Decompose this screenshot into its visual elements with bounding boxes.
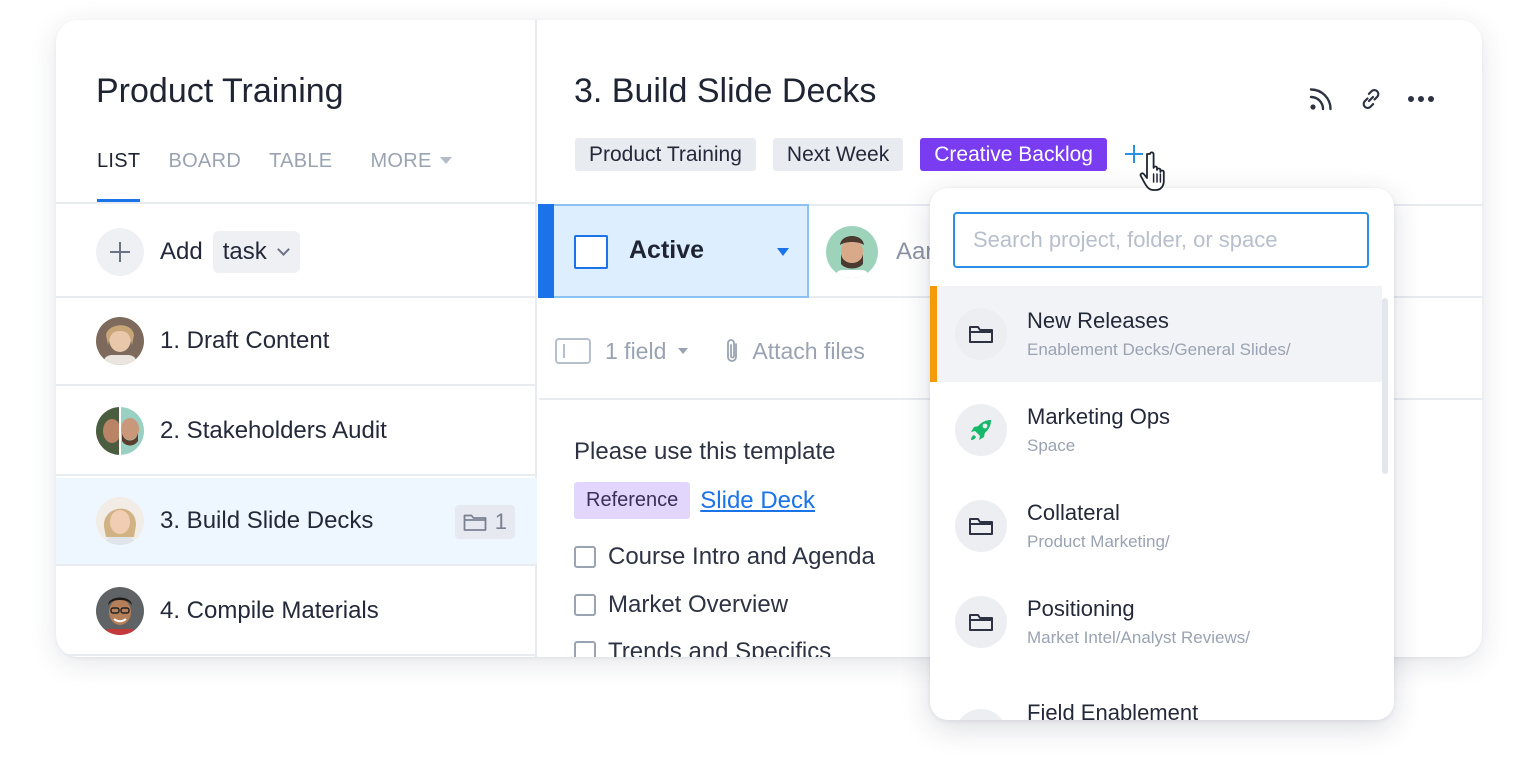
field-icon bbox=[555, 338, 591, 364]
checkbox[interactable] bbox=[574, 546, 596, 568]
caret-down-icon bbox=[777, 248, 789, 256]
option-name: New Releases bbox=[1027, 308, 1169, 333]
folder-picker-dropdown: New Releases Enablement Decks/General Sl… bbox=[930, 188, 1394, 720]
task-row[interactable]: 3. Build Slide Decks 1 bbox=[56, 478, 537, 566]
avatar bbox=[96, 407, 144, 455]
task-name: 3. Build Slide Decks bbox=[160, 507, 374, 534]
scrollbar[interactable] bbox=[1382, 298, 1388, 474]
avatar bbox=[826, 226, 878, 278]
option-name: Field Enablement bbox=[1027, 700, 1199, 720]
paperclip-icon bbox=[727, 339, 738, 362]
header-actions bbox=[1286, 84, 1436, 114]
task-row[interactable]: 1. Draft Content bbox=[56, 298, 537, 386]
checklist-label: Market Overview bbox=[608, 591, 789, 618]
option-path: Product Marketing/ bbox=[1027, 532, 1170, 551]
description-text: Please use this template bbox=[574, 438, 836, 465]
more-icon[interactable] bbox=[1406, 84, 1436, 114]
tag-chip[interactable]: Next Week bbox=[772, 138, 904, 171]
task-name: 2. Stakeholders Audit bbox=[160, 417, 387, 444]
fields-button[interactable]: 1 field bbox=[605, 338, 666, 365]
folder-icon bbox=[955, 596, 1007, 648]
task-name: 1. Draft Content bbox=[160, 327, 330, 354]
checklist-item[interactable]: Course Intro and Agenda bbox=[574, 543, 875, 571]
add-task-row: Add task bbox=[96, 228, 300, 276]
search-input[interactable] bbox=[953, 212, 1369, 268]
reference-row: Reference Slide Deck bbox=[574, 482, 815, 519]
checkbox[interactable] bbox=[574, 594, 596, 616]
folder-option[interactable]: Positioning Market Intel/Analyst Reviews… bbox=[930, 574, 1382, 670]
checklist-item[interactable]: Market Overview bbox=[574, 591, 788, 619]
tab-list[interactable]: LIST bbox=[97, 148, 141, 202]
tab-more-label: MORE bbox=[370, 150, 432, 172]
status-label: Active bbox=[629, 236, 705, 264]
rocket-icon bbox=[955, 404, 1007, 456]
caret-down-icon bbox=[439, 157, 452, 164]
hand-cursor-icon bbox=[1138, 150, 1178, 199]
avatar bbox=[96, 317, 144, 365]
checklist-label: Trends and Specifics bbox=[608, 638, 832, 657]
folder-icon bbox=[955, 308, 1007, 360]
caret-down-icon bbox=[678, 348, 689, 354]
avatar bbox=[96, 587, 144, 635]
status-select[interactable]: Active bbox=[538, 204, 809, 298]
space-option[interactable]: Marketing Ops Space bbox=[930, 382, 1382, 478]
project-title: Product Training bbox=[96, 72, 344, 110]
fields-bar: 1 field Attach files bbox=[555, 337, 865, 365]
complete-checkbox[interactable] bbox=[574, 235, 608, 269]
option-name: Collateral bbox=[1027, 500, 1120, 525]
tab-table[interactable]: TABLE bbox=[269, 148, 332, 202]
add-label: Add bbox=[160, 238, 203, 265]
checkbox[interactable] bbox=[574, 641, 596, 657]
folder-count-badge[interactable]: 1 bbox=[454, 505, 515, 539]
folder-icon bbox=[463, 514, 487, 531]
folder-option[interactable]: Collateral Product Marketing/ bbox=[930, 478, 1382, 574]
item-type-select[interactable]: task bbox=[212, 231, 300, 273]
slide-deck-link[interactable]: Slide Deck bbox=[700, 487, 815, 515]
task-name: 4. Compile Materials bbox=[160, 597, 379, 624]
status-color-bar bbox=[538, 204, 554, 298]
assignee-name: Aar bbox=[896, 238, 934, 265]
checklist-label: Course Intro and Agenda bbox=[608, 543, 875, 570]
tab-board[interactable]: BOARD bbox=[168, 148, 241, 202]
add-button[interactable] bbox=[96, 228, 144, 276]
folder-count: 1 bbox=[494, 509, 507, 534]
plus-icon bbox=[110, 242, 130, 262]
divider bbox=[56, 202, 537, 204]
folder-option[interactable]: New Releases Enablement Decks/General Sl… bbox=[930, 286, 1382, 382]
checklist-item[interactable]: Trends and Specifics bbox=[574, 638, 831, 657]
option-path: Enablement Decks/General Slides/ bbox=[1027, 340, 1291, 359]
rss-icon[interactable] bbox=[1306, 84, 1336, 114]
avatar bbox=[96, 497, 144, 545]
option-name: Marketing Ops bbox=[1027, 404, 1171, 429]
project-option[interactable]: Field Enablement bbox=[930, 670, 1382, 720]
option-path: Market Intel/Analyst Reviews/ bbox=[1027, 628, 1250, 647]
reference-chip: Reference bbox=[574, 482, 691, 519]
chevron-down-icon bbox=[276, 243, 290, 256]
tag-chip[interactable]: Product Training bbox=[575, 138, 756, 171]
attach-files-button[interactable]: Attach files bbox=[752, 338, 865, 365]
item-type-value: task bbox=[222, 238, 267, 265]
task-row[interactable]: 2. Stakeholders Audit bbox=[56, 388, 537, 476]
project-panel: Product Training LIST BOARD TABLE MORE A… bbox=[56, 20, 537, 657]
option-name: Positioning bbox=[1027, 596, 1135, 621]
option-path: Space bbox=[1027, 436, 1076, 455]
link-icon[interactable] bbox=[1356, 84, 1386, 114]
task-row[interactable]: 4. Compile Materials bbox=[56, 568, 537, 656]
tag-list: Product Training Next Week Creative Back… bbox=[575, 138, 1144, 171]
assignee[interactable]: Aar bbox=[826, 226, 933, 278]
task-title: 3. Build Slide Decks bbox=[574, 72, 877, 110]
view-tabs: LIST BOARD TABLE MORE bbox=[97, 148, 480, 204]
tag-chip[interactable]: Creative Backlog bbox=[920, 138, 1107, 171]
tab-more[interactable]: MORE bbox=[370, 148, 452, 202]
project-icon bbox=[955, 709, 1007, 720]
folder-icon bbox=[955, 500, 1007, 552]
